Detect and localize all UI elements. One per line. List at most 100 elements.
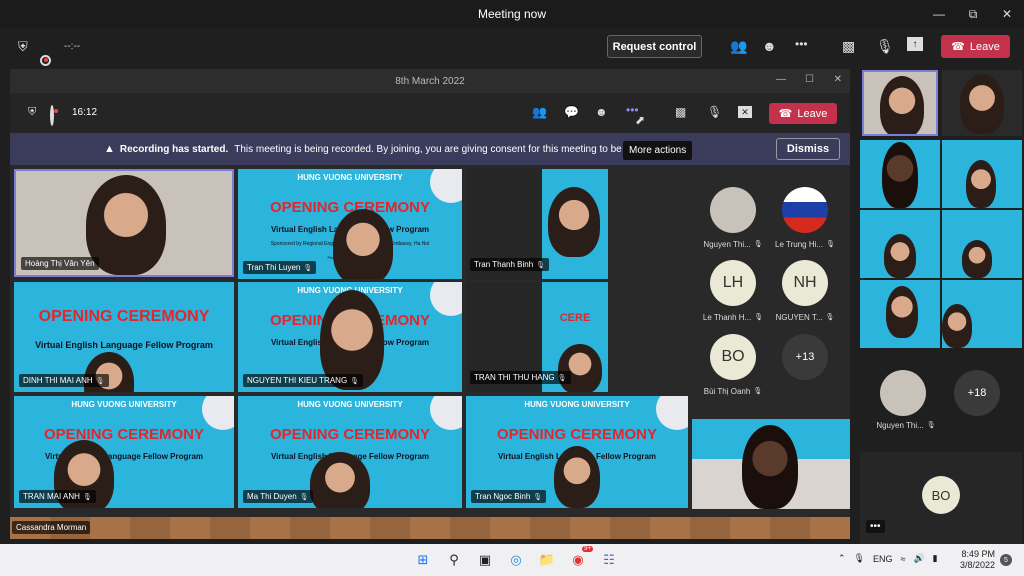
search-icon[interactable]: ⚲ (443, 549, 465, 571)
task-view-icon[interactable]: ▣ (474, 549, 496, 571)
thumbnail-video[interactable] (860, 140, 940, 208)
inner-shield-icon[interactable]: ⛨ (28, 106, 36, 119)
inner-leave-button[interactable]: ☎ Leave (769, 103, 837, 124)
chrome-icon[interactable]: ◉ 9+ (567, 546, 593, 571)
thumbnail-video[interactable] (942, 280, 1022, 348)
clock-date: 3/8/2022 (960, 560, 996, 570)
tile-name: NGUYEN THI KIEU TRANG (247, 376, 348, 385)
tile-name: Tran Ngoc Binh (475, 492, 531, 501)
slide-ceremony: OPENING CEREMONY (496, 426, 658, 443)
cursor-icon: ⬈ (635, 113, 646, 127)
chat-icon[interactable]: 💬 (564, 105, 579, 119)
video-tile[interactable]: Tran Thanh Binh 🎙 (466, 169, 608, 279)
tile-name: TRAN MAI ANH (23, 492, 80, 501)
inner-camera-icon[interactable]: ▩ (675, 105, 686, 119)
share-icon[interactable]: ↑ (907, 37, 923, 51)
more-actions-icon[interactable]: ••• (795, 37, 808, 51)
more-participants-button[interactable]: +13 (782, 334, 828, 380)
avatar[interactable]: BO (710, 334, 756, 380)
video-tile[interactable]: HUNG VUONG UNIVERSITY OPENING CEREMONY V… (238, 396, 462, 508)
windows-start-icon[interactable]: ⊞ (412, 549, 434, 571)
tile-name-tag: Tran Ngoc Binh 🎙 (471, 490, 547, 503)
camera-off-icon[interactable]: ▩ (842, 38, 855, 55)
inner-people-icon[interactable]: 👥 (532, 105, 547, 119)
avatar-name-text: Le Trung Hi... (775, 240, 824, 249)
teams-icon[interactable]: ☷ (598, 549, 620, 571)
mic-muted-icon: 🎙 (825, 314, 835, 321)
slide-university: HUNG VUONG UNIVERSITY (71, 400, 177, 409)
thumbnail-video[interactable] (942, 140, 1022, 208)
avatar[interactable] (782, 187, 828, 233)
clock[interactable]: 8:49 PM 3/8/2022 (960, 549, 995, 571)
inner-minimize-icon[interactable]: — (776, 74, 786, 85)
recording-banner: ▲ Recording has started. This meeting is… (10, 133, 850, 165)
participants-panel: Nguyen Thi... 🎙 +18 BO ••• (856, 66, 1024, 544)
battery-icon[interactable]: ▮ (933, 553, 938, 564)
mic-muted-icon: 🎙 (303, 264, 313, 272)
inner-maximize-icon[interactable]: ☐ (805, 74, 814, 85)
video-tile[interactable]: HUNG VUONG UNIVERSITY OPENING CEREMONY V… (238, 282, 462, 392)
request-control-button[interactable]: Request control (607, 35, 702, 58)
language-indicator[interactable]: ENG (873, 554, 893, 564)
leave-button[interactable]: ☎ Leave (941, 35, 1010, 58)
clock-time: 8:49 PM (961, 549, 996, 559)
video-tile[interactable] (692, 419, 850, 509)
thumbnail-video[interactable] (860, 210, 940, 278)
tile-name-tag: Ma Thi Duyen 🎙 (243, 490, 313, 503)
file-explorer-icon[interactable]: 📁 (536, 549, 558, 571)
participant-video (554, 446, 600, 508)
volume-icon[interactable]: 🔊 (913, 553, 924, 564)
mic-muted-icon: 🎙 (557, 374, 567, 382)
participant-tile[interactable]: BO ••• (860, 452, 1022, 544)
inner-reactions-icon[interactable]: ☻ (595, 105, 608, 119)
close-icon[interactable]: ✕ (990, 0, 1024, 28)
more-options-icon[interactable]: ••• (866, 520, 885, 533)
video-tile[interactable]: HUNG VUONG UNIVERSITY OPENING CEREMONY V… (238, 169, 462, 279)
mic-muted-icon: 🎙 (95, 377, 105, 385)
avatar[interactable] (710, 187, 756, 233)
inner-close-icon[interactable]: ✕ (834, 74, 842, 85)
maximize-icon[interactable]: ⧉ (956, 0, 990, 28)
thumbnail-video[interactable] (862, 70, 938, 136)
dismiss-button[interactable]: Dismiss (776, 138, 840, 160)
reactions-icon[interactable]: ☻ (762, 38, 777, 54)
thumbnail-video[interactable] (860, 280, 940, 348)
thumbnail-video[interactable] (942, 210, 1022, 278)
more-participants-button[interactable]: +18 (954, 370, 1000, 416)
video-tile[interactable]: Hoàng Thị Vân Yên (14, 169, 234, 277)
avatar: BO (922, 476, 960, 514)
participant-video (310, 452, 370, 508)
tile-name: Tran Thanh Binh (474, 260, 534, 269)
shield-icon[interactable]: ⛨ (18, 39, 28, 55)
video-tile[interactable]: HUNG VUONG UNIVERSITY OPENING CEREMONY V… (14, 396, 234, 508)
inner-toolbar: ⛨ 16:12 👥 💬 ☻ ••• ⬈ ▩ 🎙 ✕ ☎ Leave (10, 93, 850, 133)
avatar-name-text: NGUYEN T... (775, 313, 823, 322)
outer-toolbar: ⛨ --:-- Request control 👥 ☻ ••• ▩ 🎙 ↑ ☎ … (0, 28, 1024, 66)
video-tile[interactable]: CERE TRAN THI THU HANG 🎙 (466, 282, 608, 392)
banner-text: This meeting is being recorded. By joini… (234, 143, 664, 155)
edge-icon[interactable]: ◎ (505, 549, 527, 571)
thumbnail-video[interactable] (942, 70, 1022, 136)
meeting-timer: --:-- (64, 41, 81, 52)
tile-name-tag: NGUYEN THI KIEU TRANG 🎙 (243, 374, 364, 387)
tile-name: Cassandra Morman (16, 523, 87, 532)
people-icon[interactable]: 👥 (730, 38, 747, 55)
banner-bold: Recording has started. (119, 143, 229, 155)
avatar[interactable]: NH (782, 260, 828, 306)
mic-tray-icon[interactable]: 🎙 (854, 553, 865, 564)
participant-video (962, 240, 992, 278)
wifi-icon[interactable]: ≈ (901, 554, 906, 564)
avatar-name: NGUYEN T... 🎙 (770, 313, 840, 322)
inner-share-icon[interactable]: ✕ (738, 106, 752, 118)
avatar[interactable] (880, 370, 926, 416)
notification-center-icon[interactable]: 5 (1000, 554, 1012, 566)
video-tile[interactable]: OPENING CEREMONY Virtual English Languag… (14, 282, 234, 392)
avatar[interactable]: LH (710, 260, 756, 306)
minimize-icon[interactable]: — (922, 0, 956, 28)
mic-off-icon[interactable]: 🎙 (876, 38, 894, 55)
more-actions-tooltip: More actions (623, 141, 693, 160)
avatar-name: Nguyen Thi... 🎙 (698, 240, 768, 249)
chevron-up-icon[interactable]: ⌃ (838, 553, 846, 564)
video-tile[interactable]: HUNG VUONG UNIVERSITY OPENING CEREMONY V… (466, 396, 688, 508)
inner-mic-icon[interactable]: 🎙 (707, 105, 722, 119)
